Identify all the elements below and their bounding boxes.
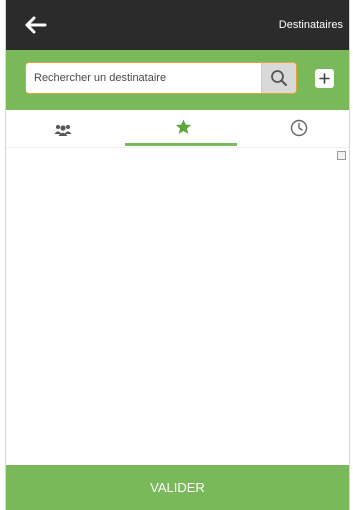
star-icon [175, 119, 192, 134]
plus-icon [319, 73, 330, 84]
search-button[interactable] [261, 63, 296, 93]
search-bar [6, 50, 349, 110]
app-frame: Destinataires Rechercher un destinataire… [5, 0, 350, 510]
search-box [25, 62, 297, 94]
clock-icon [290, 119, 308, 137]
page-title: Destinataires [278, 19, 343, 31]
arrow-left-icon [25, 16, 47, 34]
search-input[interactable] [26, 63, 262, 93]
validate-button[interactable]: VALIDER [6, 465, 349, 510]
magnifier-icon [271, 70, 287, 86]
header-bar: Destinataires [6, 0, 349, 50]
add-recipient-button[interactable] [315, 69, 334, 88]
tab-recent[interactable] [239, 110, 349, 148]
select-checkbox[interactable] [337, 151, 346, 160]
recipient-list [6, 148, 349, 466]
users-icon [54, 125, 72, 136]
back-button[interactable] [24, 15, 48, 35]
active-tab-indicator [125, 143, 237, 146]
tab-groups[interactable] [6, 110, 121, 148]
